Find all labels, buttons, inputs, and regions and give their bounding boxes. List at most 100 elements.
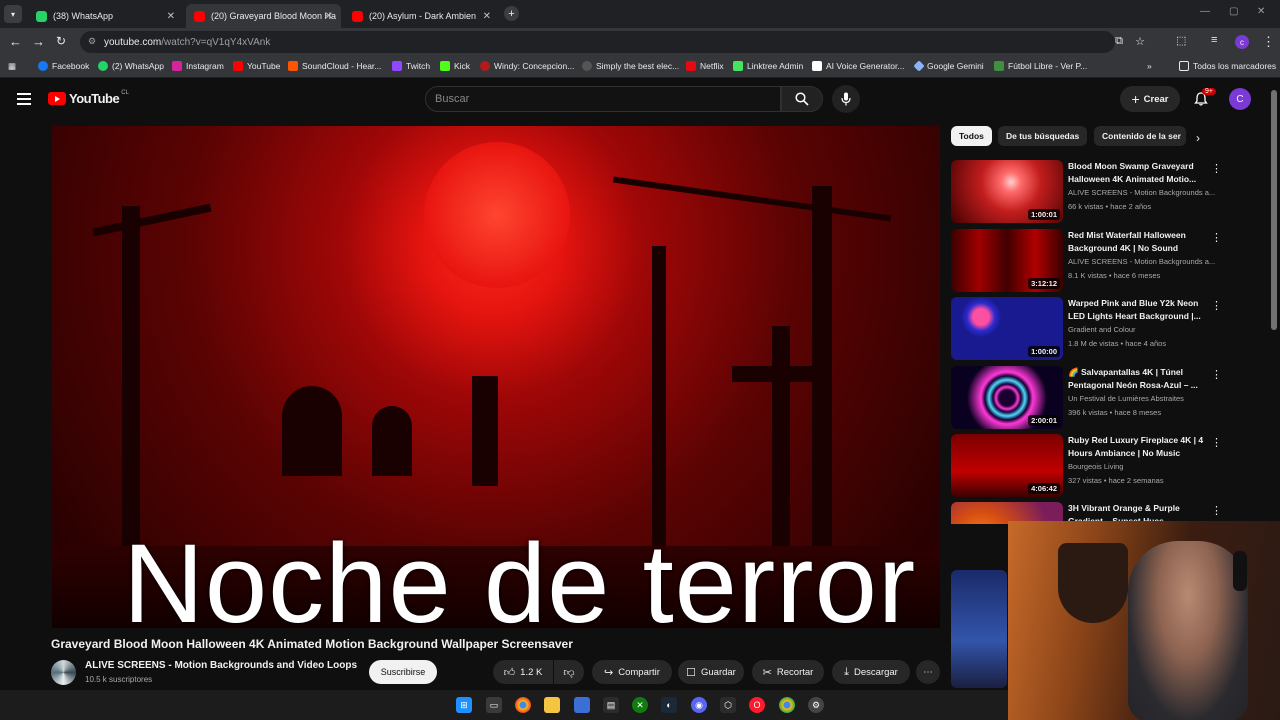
recommendation-title[interactable]: Red Mist Waterfall Halloween Background … <box>1068 229 1208 255</box>
save-button[interactable]: ☐ Guardar <box>678 660 744 684</box>
media-control-icon[interactable]: ≡ <box>1211 34 1217 46</box>
search-input[interactable]: Buscar <box>425 86 781 112</box>
install-app-icon[interactable]: ⧉ <box>1115 35 1123 48</box>
youtube-logo[interactable]: YouTube CL <box>48 90 129 106</box>
chip-de-tus-busquedas[interactable]: De tus búsquedas <box>998 126 1088 146</box>
kebab-menu-icon[interactable]: ⋮ <box>1211 504 1222 517</box>
kebab-menu-icon[interactable]: ⋮ <box>1211 162 1222 175</box>
new-tab-button[interactable]: + <box>504 6 519 21</box>
more-bookmarks-icon[interactable]: » <box>1147 61 1152 71</box>
share-button[interactable]: ↪ Compartir <box>592 660 672 684</box>
epic-games-icon[interactable]: ▤ <box>603 697 619 713</box>
site-info-icon[interactable]: ⚙ <box>88 36 96 47</box>
recommendation-title[interactable]: 🌈 Salvapantallas 4K | Túnel Pentagonal N… <box>1068 366 1208 392</box>
more-actions-button[interactable]: ⋯ <box>916 660 940 684</box>
download-button[interactable]: ⤓ Descargar <box>832 660 910 684</box>
bookmark-netflix[interactable]: Netflix <box>686 61 724 71</box>
channel-name[interactable]: ALIVE SCREENS - Motion Backgrounds and V… <box>85 660 357 671</box>
xbox-icon[interactable]: ✕ <box>632 697 648 713</box>
app-icon[interactable] <box>574 697 590 713</box>
recommendation-item[interactable]: 2:00:01 🌈 Salvapantallas 4K | Túnel Pent… <box>951 366 1271 430</box>
channel-avatar[interactable] <box>51 660 76 685</box>
file-explorer-icon[interactable] <box>544 697 560 713</box>
recommendation-channel[interactable]: Gradient and Colour <box>1068 325 1218 334</box>
recommendation-channel[interactable]: Un Festival de Lumières Abstraites <box>1068 394 1218 403</box>
video-thumbnail[interactable] <box>951 570 1007 688</box>
address-bar[interactable]: ⚙ youtube.com/watch?v=qV1qY4xVAnk ⧉ ☆ <box>80 31 1145 53</box>
account-avatar[interactable]: C <box>1229 88 1251 110</box>
close-icon[interactable]: ✕ <box>483 11 491 22</box>
video-thumbnail[interactable]: 4:06:42 <box>951 434 1063 497</box>
bookmark-star-icon[interactable]: ☆ <box>1135 35 1145 48</box>
recommendation-title[interactable]: Ruby Red Luxury Fireplace 4K | 4 Hours A… <box>1068 434 1208 460</box>
all-bookmarks[interactable]: Todos los marcadores <box>1179 61 1276 71</box>
video-thumbnail[interactable]: 1:00:00 <box>951 297 1063 360</box>
tab-graveyard[interactable]: (20) Graveyard Blood Moon Ha ✕ <box>186 4 341 28</box>
recommendation-title[interactable]: Warped Pink and Blue Y2k Neon LED Lights… <box>1068 297 1208 323</box>
recommendation-item[interactable]: 3:12:12 Red Mist Waterfall Halloween Bac… <box>951 229 1271 293</box>
dislike-button[interactable]: 👎︎ <box>554 660 584 684</box>
bookmark-youtube[interactable]: YouTube <box>233 61 280 71</box>
apps-icon[interactable]: ▦ <box>8 61 16 72</box>
kebab-menu-icon[interactable]: ⋮ <box>1211 231 1222 244</box>
bookmark-whatsapp[interactable]: (2) WhatsApp <box>98 61 164 71</box>
bookmark-kick[interactable]: Kick <box>440 61 470 71</box>
search-button[interactable] <box>781 86 823 112</box>
task-view-icon[interactable]: ▭ <box>486 697 502 713</box>
kebab-menu-icon[interactable]: ⋮ <box>1211 368 1222 381</box>
video-thumbnail[interactable]: 1:00:01 <box>951 160 1063 223</box>
recommendation-title[interactable]: Blood Moon Swamp Graveyard Halloween 4K … <box>1068 160 1208 186</box>
video-thumbnail[interactable]: 3:12:12 <box>951 229 1063 292</box>
bookmark-windy[interactable]: Windy: Concepcion... <box>480 61 574 71</box>
bookmark-gemini[interactable]: Google Gemini <box>913 60 984 72</box>
bookmark-linktree[interactable]: Linktree Admin <box>733 61 803 71</box>
close-icon[interactable]: ✕ <box>167 11 175 22</box>
recommendation-channel[interactable]: ALIVE SCREENS - Motion Backgrounds a... <box>1068 257 1218 266</box>
app-icon[interactable]: ⚙ <box>808 697 824 713</box>
recommendation-channel[interactable]: ALIVE SCREENS - Motion Backgrounds a... <box>1068 188 1218 197</box>
chrome-icon[interactable] <box>779 697 795 713</box>
close-window-icon[interactable]: ✕ <box>1257 6 1265 17</box>
menu-icon[interactable]: ⋮ <box>1262 34 1275 50</box>
chrome-icon[interactable] <box>515 697 531 713</box>
app-icon[interactable]: ⬡ <box>720 697 736 713</box>
start-icon[interactable]: ⊞ <box>456 697 472 713</box>
tab-search-button[interactable]: ▾ <box>4 5 22 23</box>
sidebar-scrollbar[interactable] <box>1271 90 1277 330</box>
recommendation-item[interactable]: 4:06:42 Ruby Red Luxury Fireplace 4K | 4… <box>951 434 1271 498</box>
bookmark-facebook[interactable]: Facebook <box>38 61 89 71</box>
bookmark-ai-voice[interactable]: AI Voice Generator... <box>812 61 904 71</box>
tab-whatsapp[interactable]: (38) WhatsApp ✕ <box>28 4 183 28</box>
profile-icon[interactable]: c <box>1235 35 1249 49</box>
bookmark-simply[interactable]: Simply the best elec... <box>582 61 679 71</box>
voice-search-button[interactable] <box>832 85 860 113</box>
video-thumbnail[interactable]: 2:00:01 <box>951 366 1063 429</box>
close-icon[interactable]: ✕ <box>325 11 333 22</box>
chevron-right-icon[interactable]: › <box>1196 131 1200 145</box>
chip-contenido[interactable]: Contenido de la ser <box>1094 126 1186 146</box>
reload-icon[interactable]: ↻ <box>56 34 66 48</box>
steam-icon[interactable]: ◐ <box>661 697 677 713</box>
opera-gx-icon[interactable]: O <box>749 697 765 713</box>
hamburger-menu-icon[interactable] <box>17 93 31 108</box>
recommendation-item[interactable]: 1:00:01 Blood Moon Swamp Graveyard Hallo… <box>951 160 1271 224</box>
forward-icon[interactable]: → <box>32 34 45 49</box>
bookmark-instagram[interactable]: Instagram <box>172 61 224 71</box>
create-button[interactable]: + Crear <box>1120 86 1180 112</box>
maximize-icon[interactable]: ▢ <box>1229 6 1238 17</box>
bookmark-soundcloud[interactable]: SoundCloud - Hear... <box>288 61 381 71</box>
bookmark-futbol[interactable]: Fútbol Libre - Ver P... <box>994 61 1087 71</box>
chip-todos[interactable]: Todos <box>951 126 992 146</box>
recommendation-channel[interactable]: Bourgeois Living <box>1068 462 1218 471</box>
like-button[interactable]: 👍︎ 1.2 K <box>493 660 553 684</box>
discord-icon[interactable]: ◉ <box>691 697 707 713</box>
extensions-icon[interactable]: ⬚ <box>1176 34 1186 47</box>
clip-button[interactable]: ✂ Recortar <box>752 660 824 684</box>
minimize-icon[interactable]: — <box>1200 6 1210 17</box>
subscribe-button[interactable]: Suscribirse <box>369 660 437 684</box>
kebab-menu-icon[interactable]: ⋮ <box>1211 436 1222 449</box>
bookmark-twitch[interactable]: Twitch <box>392 61 430 71</box>
tab-asylum[interactable]: (20) Asylum - Dark Ambien ✕ <box>344 4 499 28</box>
back-icon[interactable]: ← <box>9 34 22 49</box>
recommendation-item[interactable]: 1:00:00 Warped Pink and Blue Y2k Neon LE… <box>951 297 1271 361</box>
